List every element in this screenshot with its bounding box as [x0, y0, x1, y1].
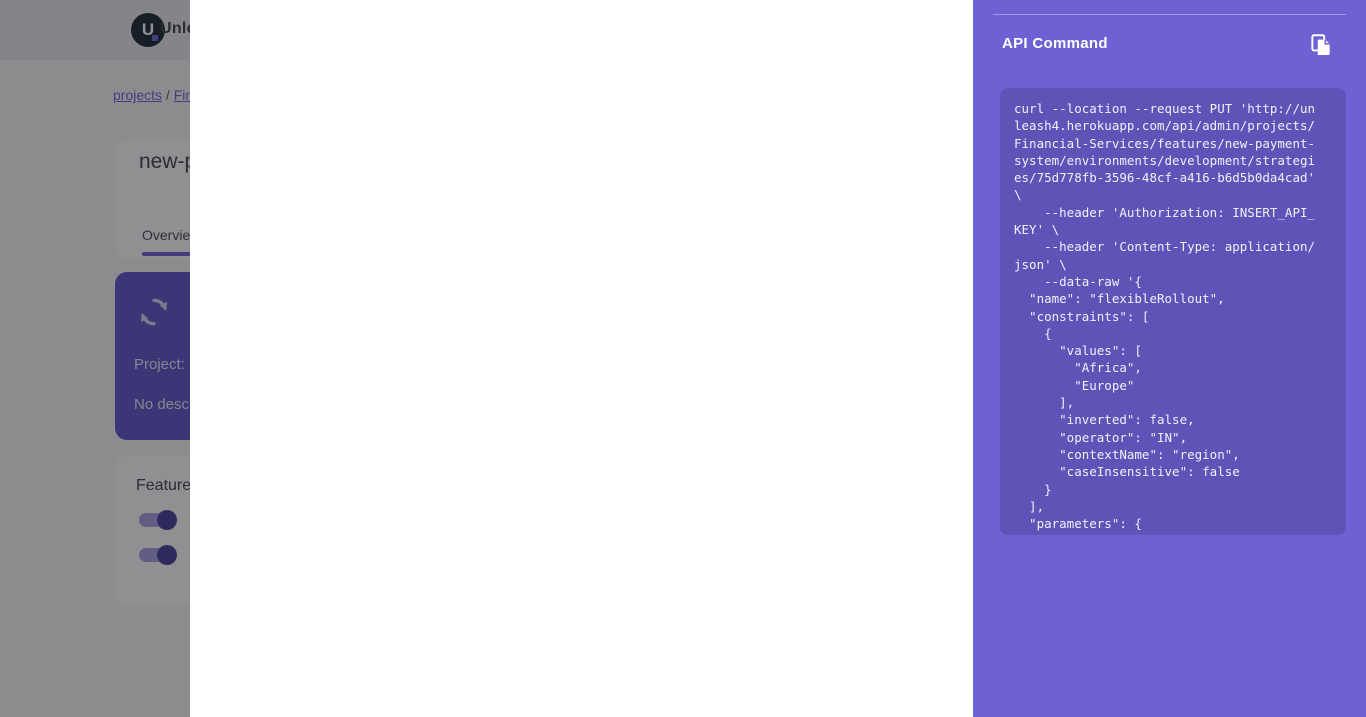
copy-icon [1308, 32, 1334, 58]
curl-command: curl --location --request PUT 'http://un… [1014, 100, 1332, 532]
api-command-code: curl --location --request PUT 'http://un… [1000, 88, 1346, 535]
strategy-modal [190, 0, 973, 717]
api-command-title: API Command [1002, 35, 1108, 52]
panel-divider [993, 14, 1346, 15]
copy-button[interactable] [1304, 29, 1338, 63]
modal-backdrop[interactable] [0, 0, 190, 717]
